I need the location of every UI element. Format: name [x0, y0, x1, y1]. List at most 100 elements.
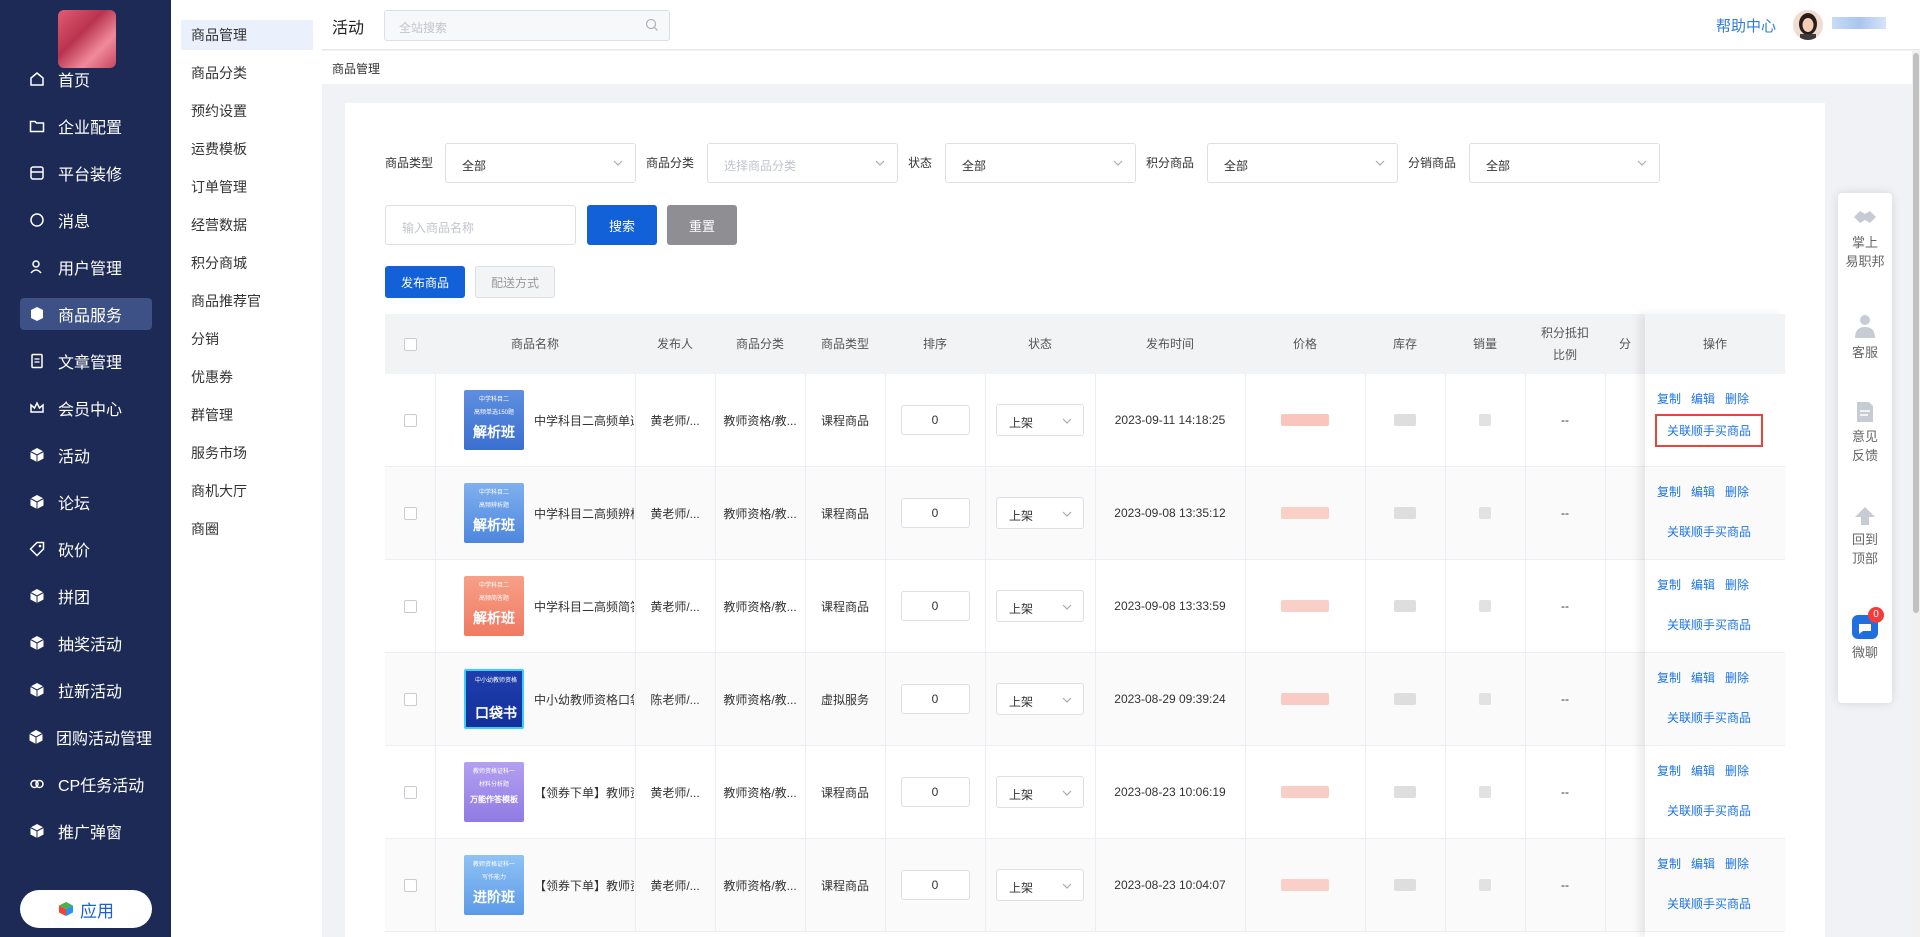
edit-link[interactable]: 编辑	[1691, 671, 1715, 685]
status-select[interactable]: 上架	[996, 869, 1084, 901]
sort-input[interactable]: 0	[900, 405, 970, 435]
subnav-item-11[interactable]: 服务市场	[181, 438, 313, 468]
associate-upsell-link[interactable]: 关联顺手买商品	[1667, 523, 1751, 540]
sort-input[interactable]: 0	[900, 684, 970, 714]
select-all-checkbox[interactable]	[403, 337, 417, 351]
publish-product-button[interactable]: 发布商品	[385, 266, 465, 298]
row-checkbox-cell[interactable]	[385, 839, 435, 931]
filter-points-select[interactable]: 全部	[1207, 143, 1398, 183]
edit-link[interactable]: 编辑	[1691, 764, 1715, 778]
subnav-item-4[interactable]: 订单管理	[181, 172, 313, 202]
search-icon[interactable]	[645, 18, 659, 32]
edit-link[interactable]: 编辑	[1691, 578, 1715, 592]
copy-link[interactable]: 复制	[1657, 764, 1681, 778]
delivery-method-button[interactable]: 配送方式	[475, 266, 555, 298]
sidebar-item-11[interactable]: 拼团	[20, 580, 152, 612]
row-checkbox[interactable]	[403, 785, 417, 799]
sidebar-item-2[interactable]: 平台装修	[20, 157, 152, 189]
subnav-item-6[interactable]: 积分商城	[181, 248, 313, 278]
sidebar-item-7[interactable]: 会员中心	[20, 392, 152, 424]
sidebar-item-10[interactable]: 砍价	[20, 533, 152, 565]
sort-input[interactable]: 0	[900, 591, 970, 621]
delete-link[interactable]: 删除	[1725, 485, 1749, 499]
sidebar-item-15[interactable]: CP任务活动	[20, 768, 152, 800]
filter-status-select[interactable]: 全部	[945, 143, 1136, 183]
copy-link[interactable]: 复制	[1657, 578, 1681, 592]
subnav-item-0[interactable]: 商品管理	[181, 20, 313, 50]
edit-link[interactable]: 编辑	[1691, 485, 1715, 499]
page-scrollbar[interactable]	[1912, 51, 1920, 937]
associate-upsell-link[interactable]: 关联顺手买商品	[1667, 802, 1751, 819]
status-select[interactable]: 上架	[996, 776, 1084, 808]
user-avatar[interactable]	[1793, 10, 1823, 40]
subnav-item-10[interactable]: 群管理	[181, 400, 313, 430]
product-name[interactable]: 【领券下单】教师资格	[534, 877, 634, 894]
table-row[interactable]: 中学科目二 高频单选150题 解析班 中学科目二高频单选 黄老师/... 教师资格/教..…	[385, 374, 1785, 467]
sort-input[interactable]: 0	[900, 498, 970, 528]
app-download-item[interactable]: 掌上 易职邦	[1838, 207, 1892, 271]
delete-link[interactable]: 删除	[1725, 578, 1749, 592]
sort-input[interactable]: 0	[900, 870, 970, 900]
product-thumbnail[interactable]: 教师资格证科一 材料分析题 万能作答模板	[464, 762, 524, 822]
filter-distrib-select[interactable]: 全部	[1469, 143, 1660, 183]
edit-link[interactable]: 编辑	[1691, 392, 1715, 406]
row-checkbox-cell[interactable]	[385, 746, 435, 838]
subnav-item-7[interactable]: 商品推荐官	[181, 286, 313, 316]
table-row[interactable]: 教师资格证科一写作能力进阶班【领券下单】教师资格黄老师/...教师资格/教...…	[385, 839, 1785, 932]
row-checkbox[interactable]	[403, 599, 417, 613]
product-thumbnail[interactable]: 中学科目二 高频简答题 解析班	[464, 576, 524, 636]
filter-type-select[interactable]: 全部	[445, 143, 636, 183]
product-thumbnail[interactable]: 中小幼教师资格 口袋书	[464, 669, 524, 729]
associate-upsell-link[interactable]: 关联顺手买商品	[1667, 709, 1751, 726]
sidebar-item-3[interactable]: 消息	[20, 204, 152, 236]
delete-link[interactable]: 删除	[1725, 764, 1749, 778]
sidebar-item-5[interactable]: 商品服务	[20, 298, 152, 330]
copy-link[interactable]: 复制	[1657, 485, 1681, 499]
sidebar-item-9[interactable]: 论坛	[20, 486, 152, 518]
row-checkbox-cell[interactable]	[385, 467, 435, 559]
associate-upsell-link[interactable]: 关联顺手买商品	[1667, 616, 1751, 633]
copy-link[interactable]: 复制	[1657, 857, 1681, 871]
filter-category-select[interactable]: 选择商品分类	[707, 143, 898, 183]
product-name-input[interactable]: 输入商品名称	[385, 205, 576, 245]
sidebar-item-12[interactable]: 抽奖活动	[20, 627, 152, 659]
product-name[interactable]: 中学科目二高频辨析	[534, 505, 634, 522]
row-checkbox[interactable]	[403, 878, 417, 892]
status-select[interactable]: 上架	[996, 404, 1084, 436]
status-select[interactable]: 上架	[996, 683, 1084, 715]
table-row[interactable]: 中学科目二 高频简答题 解析班 中学科目二高频简答 黄老师/... 教师资格/教... 课程…	[385, 560, 1785, 653]
sidebar-item-6[interactable]: 文章管理	[20, 345, 152, 377]
row-checkbox-cell[interactable]	[385, 653, 435, 745]
subnav-item-13[interactable]: 商圈	[181, 514, 313, 544]
associate-upsell-link[interactable]: 关联顺手买商品	[1667, 895, 1751, 912]
reset-button[interactable]: 重置	[667, 205, 737, 245]
help-center-link[interactable]: 帮助中心	[1716, 15, 1776, 36]
sort-input[interactable]: 0	[900, 777, 970, 807]
product-thumbnail[interactable]: 中学科目二 高频辨析题 解析班	[464, 483, 524, 543]
row-checkbox-cell[interactable]	[385, 560, 435, 652]
app-button[interactable]: 应用	[20, 890, 152, 928]
associate-upsell-link[interactable]: 关联顺手买商品	[1655, 414, 1764, 447]
sidebar-item-4[interactable]: 用户管理	[20, 251, 152, 283]
subnav-item-12[interactable]: 商机大厅	[181, 476, 313, 506]
global-search-input[interactable]: 全站搜索	[384, 10, 670, 41]
product-name[interactable]: 中小幼教师资格口袋书	[534, 691, 634, 708]
sidebar-item-1[interactable]: 企业配置	[20, 110, 152, 142]
row-checkbox[interactable]	[403, 506, 417, 520]
table-row[interactable]: 中学科目二 高频辨析题 解析班 中学科目二高频辨析 黄老师/... 教师资格/教... 课程…	[385, 467, 1785, 560]
sidebar-item-8[interactable]: 活动	[20, 439, 152, 471]
status-select[interactable]: 上架	[996, 590, 1084, 622]
wechat-chat-item[interactable]: 0 微聊	[1838, 607, 1892, 662]
subnav-item-5[interactable]: 经营数据	[181, 210, 313, 240]
scrollbar-thumb[interactable]	[1913, 53, 1919, 613]
delete-link[interactable]: 删除	[1725, 671, 1749, 685]
row-checkbox-cell[interactable]	[385, 374, 435, 466]
sidebar-item-13[interactable]: 拉新活动	[20, 674, 152, 706]
customer-service-item[interactable]: 客服	[1838, 313, 1892, 362]
copy-link[interactable]: 复制	[1657, 671, 1681, 685]
subnav-item-9[interactable]: 优惠券	[181, 362, 313, 392]
table-row[interactable]: 教师资格证科一材料分析题万能作答模板【领券下单】教师资格黄老师/...教师资格/…	[385, 746, 1785, 839]
delete-link[interactable]: 删除	[1725, 392, 1749, 406]
product-thumbnail[interactable]: 教师资格证科一 写作能力 进阶班	[464, 855, 524, 915]
status-select[interactable]: 上架	[996, 497, 1084, 529]
